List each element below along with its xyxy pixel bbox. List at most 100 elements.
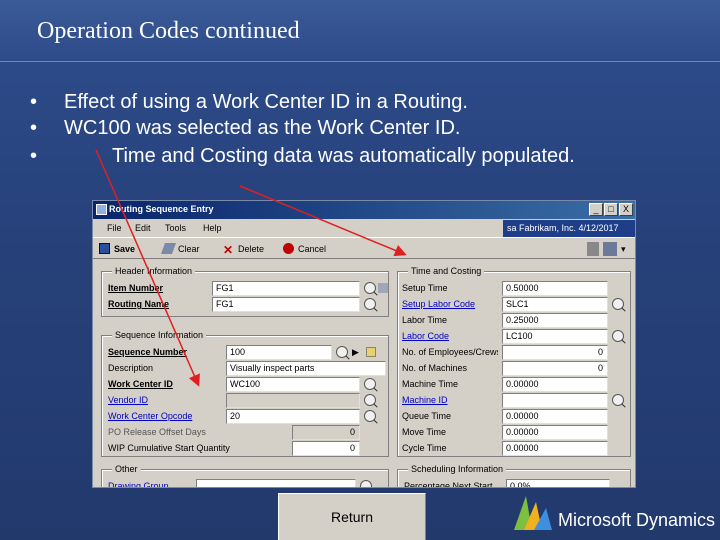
routing-name-field[interactable]: FG1 [212,297,360,312]
vendor-id-field [226,393,360,408]
time-costing-row: Machine Time 0.00000 [402,377,628,392]
drawing-group-label[interactable]: Drawing Group [108,479,204,487]
header-information-group: Header Information Item Number FG1 Routi… [101,266,389,317]
time-costing-row: Queue Time 0.00000 [402,409,628,424]
cancel-label: Cancel [298,244,327,254]
item-number-row: Item Number FG1 [108,281,388,296]
chevron-down-icon[interactable]: ▾ [621,242,626,256]
time-costing-row: No. of Machines 0 [402,361,628,376]
percentage-next-start-label: Percentage Next Start [404,481,493,488]
menu-file[interactable]: File [107,223,122,233]
print-icon[interactable] [587,242,599,256]
time-costing-row: Move Time 0.00000 [402,425,628,440]
clear-label: Clear [178,244,200,254]
drawing-group-field[interactable] [196,479,356,487]
lookup-icon[interactable] [612,330,624,342]
cancel-button[interactable]: Cancel [283,242,326,256]
sequence-number-row: Sequence Number 100 ▶ [108,345,384,360]
time-costing-row: Setup Time 0.50000 [402,281,628,296]
time-costing-label[interactable]: Labor Code [402,329,498,344]
time-costing-field[interactable]: 0.50000 [502,281,608,296]
bullet-marker: • [30,117,38,139]
work-center-id-row: Work Center ID WC100 [108,377,384,392]
time-costing-field[interactable]: 0.25000 [502,313,608,328]
group-title: Sequence Information [112,330,207,340]
time-costing-field[interactable]: 0 [502,361,608,376]
maximize-button[interactable]: □ [604,203,618,216]
menu-edit[interactable]: Edit [135,223,151,233]
delete-button[interactable]: ✕ Delete [223,242,264,256]
return-button[interactable]: Return [278,493,426,540]
vendor-id-label[interactable]: Vendor ID [108,393,218,408]
other-group: Other Drawing Group [101,464,389,487]
slide-title-bar: Operation Codes continued [0,0,720,62]
time-and-costing-group: Time and Costing Setup Time 0.50000 Setup … [397,266,631,457]
wip-start-quantity-field[interactable]: 0 [292,441,360,456]
close-button[interactable]: X [619,203,633,216]
time-costing-label: No. of Machines [402,363,468,373]
lookup-icon[interactable] [364,378,376,390]
lookup-icon[interactable] [364,410,376,422]
window-list-icon[interactable] [603,242,617,256]
save-button[interactable]: Save [99,242,135,256]
routing-name-row: Routing Name FG1 [108,297,384,312]
note-icon[interactable] [378,283,388,293]
time-costing-field[interactable]: LC100 [502,329,608,344]
time-costing-label: Move Time [402,427,447,437]
time-costing-label: Labor Time [402,315,448,325]
time-costing-field[interactable]: SLC1 [502,297,608,312]
lookup-icon[interactable] [364,394,376,406]
lookup-icon[interactable] [612,298,624,310]
item-number-field[interactable]: FG1 [212,281,360,296]
clear-button[interactable]: Clear [160,242,200,256]
note-icon[interactable] [366,347,376,357]
lookup-icon[interactable] [612,394,624,406]
time-costing-label: Machine Time [402,379,459,389]
time-costing-label[interactable]: Machine ID [402,393,498,408]
minimize-button[interactable]: _ [589,203,603,216]
bullet-marker: • [30,145,38,167]
item-number-label[interactable]: Item Number [108,281,204,296]
time-costing-field[interactable]: 0.00000 [502,441,608,456]
lookup-icon[interactable] [364,282,376,294]
dynamics-logo-icon [514,496,552,530]
time-costing-field[interactable]: 0.00000 [502,425,608,440]
description-field[interactable]: Visually inspect parts [226,361,386,376]
routing-name-label[interactable]: Routing Name [108,297,204,312]
delete-label: Delete [238,244,265,254]
menu-help[interactable]: Help [203,223,222,233]
drawing-group-row: Drawing Group [108,479,384,487]
next-arrow-icon[interactable]: ▶ [352,347,359,358]
time-costing-field[interactable]: 0.00000 [502,409,608,424]
sequence-information-group: Sequence Information Sequence Number 100… [101,330,389,457]
lookup-icon[interactable] [336,346,348,358]
work-center-id-field[interactable]: WC100 [226,377,360,392]
time-costing-label: Setup Time [402,283,448,293]
time-costing-label[interactable]: Setup Labor Code [402,297,498,312]
group-title: Scheduling Information [408,464,507,474]
time-costing-field[interactable] [502,393,608,408]
time-costing-row: Setup Labor Code SLC1 [402,297,628,312]
wip-start-quantity-row: WIP Cumulative Start Quantity 0 [108,441,384,456]
menu-tools[interactable]: Tools [165,223,186,233]
time-costing-row: Labor Time 0.25000 [402,313,628,328]
lookup-icon[interactable] [360,480,372,487]
app-icon [96,204,107,215]
eraser-icon [160,243,177,254]
time-costing-label: No. of Employees/Crews [402,347,498,357]
company-date-bar: sa Fabrikam, Inc. 4/12/2017 [503,220,635,237]
routing-sequence-window: Routing Sequence Entry _ □ X File Edit T… [92,200,636,488]
slide-title: Operation Codes continued [37,18,300,44]
window-title-bar: Routing Sequence Entry _ □ X [93,201,635,219]
description-row: Description Visually inspect parts [108,361,386,376]
delete-x-icon: ✕ [223,243,234,257]
time-costing-field[interactable]: 0 [502,345,608,360]
group-title: Time and Costing [408,266,485,276]
lookup-icon[interactable] [364,298,376,310]
work-center-opcode-label[interactable]: Work Center Opcode [108,409,218,424]
time-costing-field[interactable]: 0.00000 [502,377,608,392]
save-icon [99,243,110,254]
microsoft-dynamics-logo: Microsoft Dynamics [508,486,720,540]
sequence-number-field[interactable]: 100 [226,345,332,360]
work-center-opcode-field[interactable]: 20 [226,409,360,424]
